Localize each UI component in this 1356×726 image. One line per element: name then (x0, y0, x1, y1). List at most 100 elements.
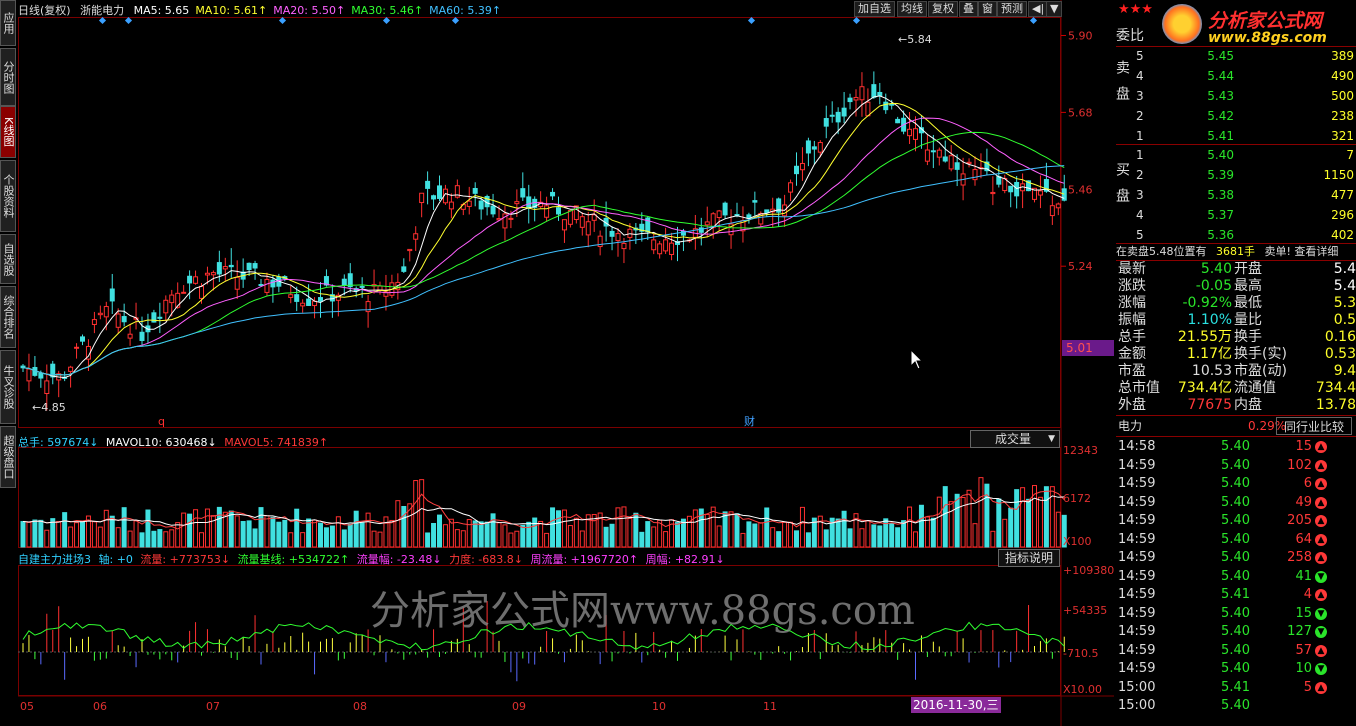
left-tab-7[interactable]: 超级盘口 (0, 426, 16, 488)
candle-body (270, 279, 276, 288)
volume-bar (74, 522, 80, 548)
left-tab-3[interactable]: 个股资料 (0, 160, 16, 232)
indicator-select[interactable]: 成交量 ▼ (970, 430, 1060, 448)
tick-time: 15:00 (1118, 698, 1156, 713)
volume-bar (716, 525, 722, 548)
candle-body (764, 209, 770, 213)
volume-bar (823, 529, 829, 548)
tick-time: 14:59 (1118, 457, 1156, 473)
candle-body (306, 298, 312, 306)
industry-compare-button[interactable]: 同行业比较 (1276, 417, 1352, 435)
volume-bar (395, 500, 401, 548)
period-label: 日线(复权) (18, 4, 71, 17)
volume-bar (561, 509, 567, 548)
candle-body (889, 103, 895, 106)
sell-row[interactable]: 5 5.45 389 (1116, 46, 1356, 66)
left-tab-6[interactable]: 牛叉诊股 (0, 350, 16, 424)
tick-volume: 41 (1295, 568, 1312, 584)
tick-volume: 102 (1287, 457, 1312, 473)
window-button[interactable]: 窗 (978, 1, 997, 17)
buy-row[interactable]: 4 5.37 296 (1116, 205, 1356, 225)
candle-body (80, 336, 85, 342)
candle-body (91, 319, 97, 325)
left-tab-5[interactable]: 综合排名 (0, 286, 16, 348)
arrow-up-icon: ▲ (1315, 441, 1327, 453)
volume-bar (103, 509, 109, 548)
quote-value2: 5.3 (1333, 295, 1356, 311)
volume-bar (127, 530, 133, 548)
left-tab-1[interactable]: 分时图 (0, 48, 16, 106)
volume-bar (490, 513, 496, 548)
sell-row[interactable]: 2 5.42 238 (1116, 106, 1356, 126)
volume-bar (246, 520, 252, 548)
volume-bar (740, 532, 746, 548)
left-tab-4[interactable]: 自选股 (0, 234, 16, 284)
notice-volume: 3681手 (1216, 245, 1255, 258)
candle-body (210, 272, 216, 276)
candle-body (300, 302, 306, 307)
chart-menu-dropdown[interactable]: ▼ (1046, 1, 1063, 17)
tick-time: 14:58 (1118, 439, 1156, 454)
quote-value2: 13.78 (1315, 397, 1356, 413)
left-tab-bar: 应用分时图 K线图个股资料自选股综合排名牛叉诊股超级盘口 (0, 0, 16, 726)
volume-bar (799, 506, 805, 548)
sell-row[interactable]: 1 5.41 321 (1116, 126, 1356, 146)
volume-bar (204, 508, 210, 548)
tick-price: 5.40 (1221, 661, 1250, 676)
volume-bar (1055, 511, 1061, 548)
forecast-button[interactable]: 预测 (997, 1, 1027, 17)
volume-bar (633, 512, 639, 548)
buy-row[interactable]: 2 5.39 1150 (1116, 165, 1356, 185)
indicator-force: 力度: -683.8↓ (449, 553, 523, 566)
chart-area: 5.90 5.68 5.46 5.24 ←5.84 ←4.85 q 财 12343 6172 X10… (18, 0, 1114, 726)
arrow-up-icon: ▲ (1315, 496, 1327, 509)
tick-price: 5.40 (1221, 568, 1250, 584)
volume-bar (567, 525, 573, 548)
tick-volume: 205 (1287, 513, 1312, 528)
volume-bar (318, 522, 323, 548)
quote-value: 1.17亿 (1186, 346, 1232, 362)
candle-body (121, 316, 127, 323)
tick-time: 14:59 (1118, 605, 1156, 621)
restore-rights-button[interactable]: 复权 (928, 1, 958, 17)
volume-bar (216, 506, 222, 548)
x-axis-label: 07 (206, 700, 220, 713)
candle-body (924, 149, 930, 162)
indicator-amp: 流量幅: -23.48↓ (356, 553, 442, 566)
candle-body (407, 248, 413, 252)
arrow-up-icon: ▲ (1315, 589, 1327, 601)
buy-row[interactable]: 5 5.36 402 (1116, 225, 1356, 245)
volume-bar (996, 498, 1002, 548)
candle-body (204, 272, 210, 276)
volume-bar (918, 504, 924, 548)
volume-bar (651, 526, 657, 548)
buy-level: 5 (1136, 228, 1144, 242)
arrow-down-icon: ▼ (1315, 626, 1327, 638)
buy-volume: 402 (1331, 228, 1354, 242)
quote-key: 涨跌 (1118, 278, 1146, 294)
volume-bar (401, 505, 407, 548)
volume-bar (56, 520, 62, 548)
candle-body (871, 84, 877, 98)
quote-key: 最新 (1118, 261, 1146, 277)
overlay-button[interactable]: 叠 (959, 1, 978, 17)
sell-row[interactable]: 3 5.43 500 (1116, 86, 1356, 106)
indicator-help-button[interactable]: 指标说明 (998, 549, 1060, 567)
buy-row[interactable]: 3 5.38 477 (1116, 185, 1356, 205)
candle-body (1055, 203, 1061, 209)
candle-body (448, 201, 454, 210)
candle-body (865, 101, 871, 117)
ma-line-button[interactable]: 均线 (897, 1, 927, 17)
sell-row[interactable]: 4 5.44 490 (1116, 66, 1356, 86)
left-tab-0[interactable]: 应用 (0, 0, 16, 46)
volume-bar (942, 486, 948, 548)
event-diamond-icon (278, 16, 287, 25)
tick-price: 5.40 (1221, 513, 1250, 528)
add-favorite-button[interactable]: 加自选 (854, 1, 895, 17)
candle-body (234, 276, 240, 290)
volume-bar (770, 527, 776, 548)
price-highlight: 5.01 (1062, 340, 1114, 356)
left-tab-2[interactable]: K线图 (0, 106, 16, 158)
buy-row[interactable]: 1 5.40 7 (1116, 145, 1356, 165)
tick-row: 14:59 5.40 102 ▲ (1116, 457, 1356, 475)
